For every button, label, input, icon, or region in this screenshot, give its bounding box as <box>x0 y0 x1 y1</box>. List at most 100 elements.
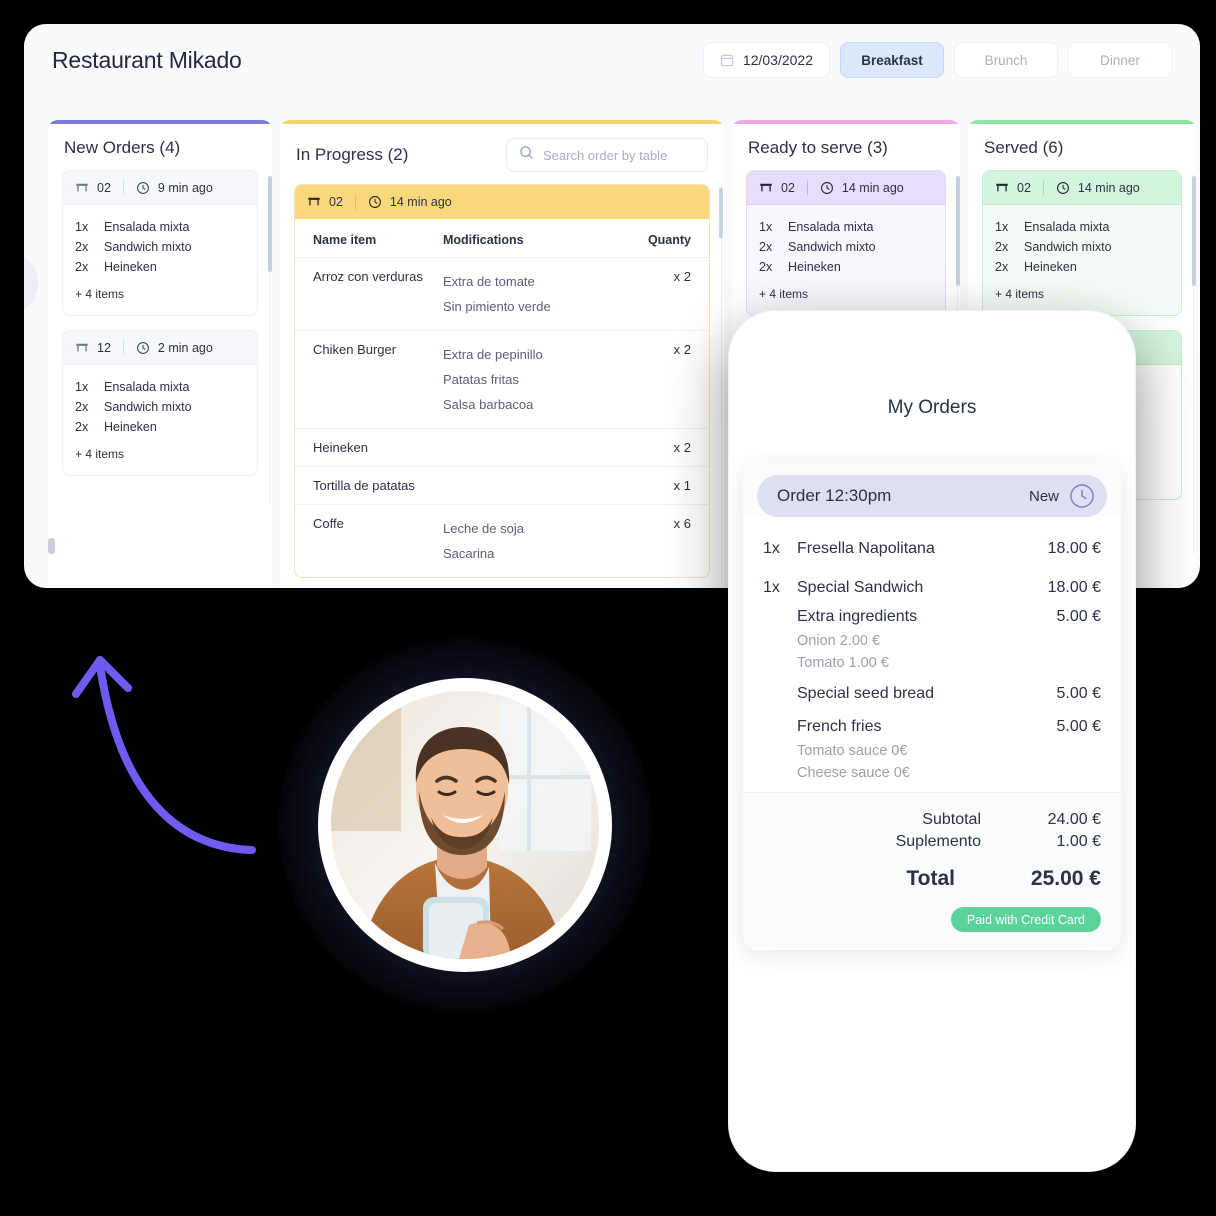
column-accent-bar <box>48 120 272 124</box>
receipt-totals: Subtotal 24.00 € Suplemento 1.00 € Total… <box>743 792 1121 948</box>
supplement-value: 1.00 € <box>1056 833 1101 850</box>
table-icon <box>307 195 321 209</box>
canvas: Restaurant Mikado 12/03/2022 Breakfast B… <box>0 0 1216 1216</box>
vertical-scrollbar[interactable] <box>268 176 272 272</box>
more-items-label[interactable]: + 4 items <box>995 287 1169 301</box>
table-header-row: Name item Modifications Quanty <box>295 219 709 258</box>
date-value: 12/03/2022 <box>742 52 813 68</box>
item-name: Special Sandwich <box>797 579 924 596</box>
column-in-progress-title: In Progress (2) <box>296 145 409 164</box>
tab-brunch[interactable]: Brunch <box>954 42 1058 78</box>
table-row: Chiken Burger Extra de pepinillo Patatas… <box>295 330 709 429</box>
curved-arrow-up-icon <box>60 630 260 875</box>
column-ready-to-serve-header: Ready to serve (3) <box>732 120 960 170</box>
order-line: 1x Ensalada mixta <box>759 217 933 237</box>
order-card-header: 02 14 min ago <box>747 171 945 205</box>
line-qty: 2x <box>995 260 1009 274</box>
cell-item-name: Tortilla de patatas <box>295 466 443 505</box>
modification: Salsa barbacoa <box>443 397 534 412</box>
cell-item-name: Chiken Burger <box>295 330 443 429</box>
receipt-item: 1x Special Sandwich 18.00 € <box>763 572 1101 604</box>
order-card-header: 12 2 min ago <box>63 331 257 365</box>
cell-modifications <box>443 428 618 467</box>
cell-modifications: Extra de tomate Sin pimiento verde <box>443 257 618 331</box>
line-qty: 2x <box>75 400 89 414</box>
line-name: Sandwich mixto <box>104 240 192 254</box>
line-qty: 2x <box>75 240 89 254</box>
line-qty: 2x <box>995 240 1009 254</box>
order-card-header: 02 9 min ago <box>63 171 257 205</box>
order-line: 1x Ensalada mixta <box>75 217 245 237</box>
search-icon <box>519 145 534 165</box>
line-name: Sandwich mixto <box>788 240 876 254</box>
modification: Extra de pepinillo <box>443 347 543 362</box>
cell-modifications <box>443 466 618 505</box>
order-time: 14 min ago <box>1077 180 1140 195</box>
cell-quantity: x 2 <box>618 330 709 429</box>
total-value: 25.00 € <box>1030 867 1101 890</box>
total-row: Total 25.00 € <box>763 865 1101 893</box>
scroll-track <box>721 184 722 584</box>
clock-icon <box>368 195 382 209</box>
subitem-price: 5.00 € <box>1056 685 1101 702</box>
line-name: Sandwich mixto <box>104 400 192 414</box>
column-accent-bar <box>968 120 1196 124</box>
table-icon <box>75 341 89 355</box>
order-card-header: 02 14 min ago <box>983 171 1181 205</box>
avatar <box>318 678 612 972</box>
order-card[interactable]: 02 9 min ago 1x Ensalada mixta 2x Sandwi… <box>62 170 258 316</box>
column-ready-to-serve-title: Ready to serve (3) <box>748 138 888 157</box>
order-status-pill[interactable]: Order 12:30pm New <box>757 475 1107 517</box>
in-progress-order-card[interactable]: 02 14 min ago Name item Modifications Qu… <box>294 184 710 578</box>
table-row: Heineken x 2 <box>295 428 709 467</box>
more-items-label[interactable]: + 4 items <box>75 287 245 301</box>
phone-screen-title: My Orders <box>887 397 977 418</box>
vertical-scrollbar[interactable] <box>719 188 723 238</box>
line-name: Heineken <box>788 260 841 274</box>
vertical-scrollbar[interactable] <box>956 176 960 286</box>
line-qty: 2x <box>759 260 773 274</box>
table-row: Coffe Leche de soja Sacarina x 6 <box>295 505 709 578</box>
cell-quantity: x 2 <box>618 428 709 467</box>
vertical-scrollbar[interactable] <box>1192 176 1196 286</box>
clock-icon <box>820 181 834 195</box>
order-time-label: Order 12:30pm <box>777 486 892 505</box>
order-line: 2x Heineken <box>75 417 245 437</box>
date-picker[interactable]: 12/03/2022 <box>702 42 830 78</box>
tab-breakfast[interactable]: Breakfast <box>840 42 944 78</box>
modification: Leche de soja <box>443 521 524 536</box>
receipt-note: Cheese sauce 0€ <box>797 765 910 781</box>
modification: Patatas fritas <box>443 372 519 387</box>
horizontal-scroll-thumb[interactable] <box>48 538 55 554</box>
more-items-label[interactable]: + 4 items <box>75 447 245 461</box>
order-card[interactable]: 12 2 min ago 1x Ensalada mixta 2x Sandwi… <box>62 330 258 476</box>
cell-item-name: Heineken <box>295 428 443 467</box>
order-line: 2x Sandwich mixto <box>759 237 933 257</box>
search-input[interactable] <box>543 147 695 163</box>
table-header: Name item Modifications Quanty <box>295 219 709 258</box>
order-time: 2 min ago <box>157 340 213 355</box>
total-label: Total <box>906 867 955 890</box>
order-line: 2x Sandwich mixto <box>995 237 1169 257</box>
search-box[interactable] <box>506 138 708 172</box>
receipt-items: 1x Fresella Napolitana 18.00 € 1x Specia… <box>743 517 1121 792</box>
line-qty: 2x <box>759 240 773 254</box>
tab-dinner-label: Dinner <box>1100 52 1140 68</box>
cell-item-name: Coffe <box>313 516 344 531</box>
tab-dinner[interactable]: Dinner <box>1068 42 1172 78</box>
cell-item-name: Arroz con verduras <box>295 257 443 331</box>
line-qty: 2x <box>75 420 89 434</box>
order-line: 2x Sandwich mixto <box>75 237 245 257</box>
receipt-subitem: Extra ingredients 5.00 € <box>763 604 1101 630</box>
table-icon <box>75 181 89 195</box>
more-items-label[interactable]: + 4 items <box>759 287 933 301</box>
order-items-table: Name item Modifications Quanty Arroz con… <box>295 219 709 577</box>
table-icon <box>759 181 773 195</box>
line-name: Ensalada mixta <box>1024 220 1110 234</box>
order-line: 1x Ensalada mixta <box>75 377 245 397</box>
th-name-item: Name item <box>295 219 443 258</box>
table-number: 12 <box>97 340 111 355</box>
order-card[interactable]: 02 14 min ago 1x Ensalada mixta 2x Sandw… <box>746 170 946 316</box>
table-number: 02 <box>329 195 343 209</box>
order-card[interactable]: 02 14 min ago 1x Ensalada mixta 2x Sandw… <box>982 170 1182 316</box>
